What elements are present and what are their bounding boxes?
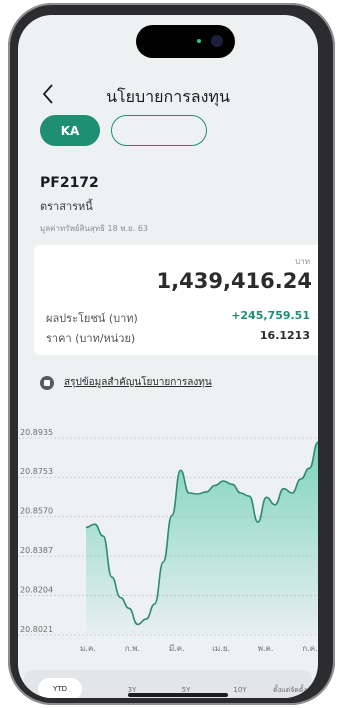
- app-screen: นโยบายการลงทุน KA PF2172 ตราสารหนี้ มูลค…: [18, 15, 318, 698]
- y-tick-label: 20.8753: [20, 467, 53, 476]
- home-indicator: [128, 693, 228, 697]
- x-tick-label: พ.ค.: [258, 644, 274, 653]
- tab-since-inception[interactable]: ตั้งแต่จัดตั้ง: [270, 670, 310, 698]
- tab-ytd-label: YTD: [53, 685, 67, 693]
- x-tick-label: ก.ค.: [302, 644, 317, 653]
- tab-10y-label: 10Y: [233, 686, 247, 694]
- x-tick-label: มี.ค.: [169, 644, 185, 653]
- y-tick-label: 20.8387: [20, 546, 53, 555]
- chart-area: [86, 442, 318, 635]
- price-value: 16.1213: [259, 329, 310, 342]
- indicator-dot: [197, 39, 201, 43]
- fund-code: PF2172: [40, 175, 99, 191]
- x-tick-label: ก.พ.: [125, 644, 140, 653]
- currency-unit: บาท: [295, 257, 310, 266]
- nav-chart: 20.8935 20.8753 20.8570 20.8387 20.8204 20.80…: [18, 428, 318, 653]
- gain-value: +245,759.51: [231, 309, 310, 322]
- x-tick-label: เม.ย.: [212, 644, 230, 653]
- y-tick-label: 20.8021: [20, 625, 53, 634]
- summary-link-text: สรุปข้อมูลสำคัญนโยบายการลงทุน: [64, 377, 212, 388]
- summary-link[interactable]: สรุปข้อมูลสำคัญนโยบายการลงทุน: [40, 375, 212, 390]
- fund-type: ตราสารหนี้: [40, 200, 93, 213]
- value-card: บาท 1,439,416.24 ผลประโยชน์ (บาท) +245,7…: [34, 245, 318, 355]
- y-tick-label: 20.8204: [20, 586, 53, 595]
- y-tick-label: 20.8570: [20, 507, 53, 516]
- segment-ka-label: KA: [60, 123, 80, 138]
- segment-ka[interactable]: KA: [40, 115, 100, 146]
- nav-header: นโยบายการลงทุน: [18, 75, 318, 115]
- total-value: 1,439,416.24: [156, 269, 312, 293]
- document-icon: [40, 375, 54, 390]
- camera-icon: [211, 35, 223, 47]
- dynamic-island: [136, 25, 235, 58]
- nav-date: มูลค่าทรัพย์สินสุทธิ 18 พ.ย. 63: [40, 224, 148, 233]
- segment-second[interactable]: [111, 115, 207, 146]
- tab-ytd[interactable]: YTD: [38, 678, 82, 698]
- tab-since-inception-label: ตั้งแต่จัดตั้ง: [273, 685, 307, 694]
- gain-label: ผลประโยชน์ (บาท): [46, 312, 138, 325]
- y-tick-label: 20.8935: [20, 428, 53, 437]
- page-title: นโยบายการลงทุน: [106, 87, 230, 106]
- x-tick-label: ม.ค.: [80, 644, 96, 653]
- price-label: ราคา (บาท/หน่วย): [46, 332, 136, 345]
